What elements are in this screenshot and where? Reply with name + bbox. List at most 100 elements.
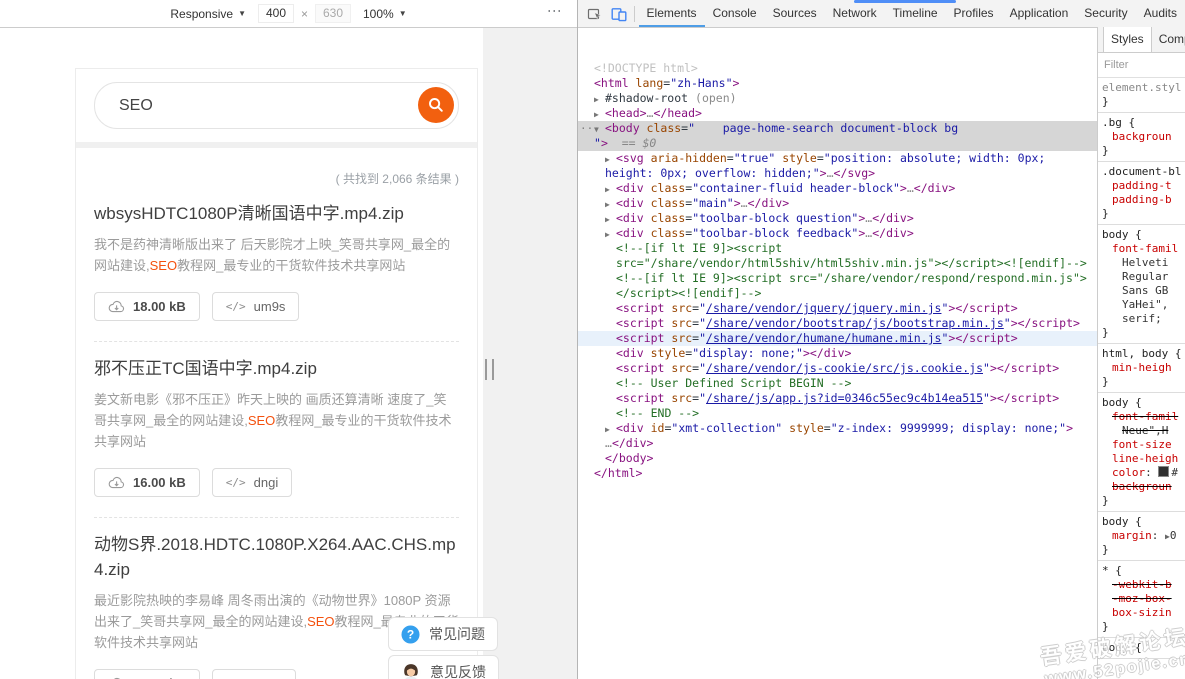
elements-tree-line[interactable]: </script><![endif]--> [578, 286, 1097, 301]
elements-tree-line[interactable]: ▶#shadow-root (open) [578, 91, 1097, 106]
expand-closed-icon[interactable]: ▶ [605, 152, 610, 167]
elements-tree-line[interactable]: ▶<svg aria-hidden="true" style="position… [578, 151, 1097, 166]
elements-tree-line[interactable]: height: 0px; overflow: hidden;">…</svg> [578, 166, 1097, 181]
download-size-button[interactable]: 18.00 kB [94, 292, 200, 321]
css-rule[interactable]: html, body {min-heigh} [1098, 344, 1185, 393]
search-button[interactable] [418, 87, 454, 123]
toolbar-separator [634, 6, 635, 22]
elements-tree-line[interactable]: ▶<div id="xmt-collection" style="z-index… [578, 421, 1097, 436]
elements-tree-line[interactable]: …</div> [578, 436, 1097, 451]
expand-closed-icon[interactable]: ▶ [605, 212, 610, 227]
device-toolbar-menu-icon[interactable]: ⋮ [550, 4, 559, 18]
devtools-tab-timeline[interactable]: Timeline [885, 0, 946, 25]
search-icon [427, 96, 445, 114]
tab-styles[interactable]: Styles [1103, 27, 1152, 52]
elements-tree-line[interactable]: <script src="/share/vendor/bootstrap/js/… [578, 316, 1097, 331]
elements-tree-line[interactable]: <script src="/share/js/app.js?id=0346c55… [578, 391, 1097, 406]
devtools-tab-elements[interactable]: Elements [639, 0, 705, 27]
devtools-tab-console[interactable]: Console [705, 0, 765, 25]
elements-tree-line[interactable]: ▶<div class="main">…</div> [578, 196, 1097, 211]
extract-code-button[interactable]: </> dngi [212, 468, 292, 497]
devtools-tab-sources[interactable]: Sources [765, 0, 825, 25]
device-emulation-toolbar: Responsive ▼ 400 × 630 100% ▼ ⋮ [0, 0, 577, 28]
result-title[interactable]: 动物S界.2018.HDTC.1080P.X264.AAC.CHS.mp4.zi… [94, 532, 459, 582]
devtools-tab-network[interactable]: Network [825, 0, 885, 25]
expand-closed-icon[interactable]: ▶ [605, 182, 610, 197]
elements-tree-line[interactable]: <div style="display: none;"></div> [578, 346, 1097, 361]
search-result-item: wbsysHDTC1080P清晰国语中字.mp4.zip 我不是药神清晰版出来了… [94, 201, 459, 342]
elements-tree-line[interactable]: <script src="/share/vendor/js-cookie/src… [578, 361, 1097, 376]
result-title[interactable]: wbsysHDTC1080P清晰国语中字.mp4.zip [94, 201, 459, 226]
css-rule[interactable]: element.styl} [1098, 78, 1185, 113]
elements-tree-line[interactable]: <!--[if lt IE 9]><script [578, 241, 1097, 256]
dashed-divider [94, 341, 459, 342]
zoom-level: 100% [363, 7, 394, 21]
elements-tree-line[interactable]: <!-- END --> [578, 406, 1097, 421]
section-divider [76, 142, 477, 148]
expand-closed-icon[interactable]: ▶ [605, 227, 610, 242]
elements-tree-line[interactable]: </body> [578, 451, 1097, 466]
viewport-height-input[interactable]: 630 [315, 4, 351, 23]
css-rule[interactable]: .bg {backgroun} [1098, 113, 1185, 162]
file-size: 18.00 kB [133, 299, 186, 314]
styles-filter-input[interactable]: Filter [1098, 53, 1185, 78]
tab-computed[interactable]: Compu [1152, 27, 1185, 52]
color-swatch[interactable] [1158, 466, 1169, 477]
elements-tree-line[interactable]: "> == $0 [578, 136, 1097, 151]
top-blue-strip [854, 0, 956, 3]
toggle-device-toolbar-icon[interactable] [607, 1, 631, 27]
download-size-button[interactable]: 16.00 kB [94, 468, 200, 497]
screenshot-root: Responsive ▼ 400 × 630 100% ▼ ⋮ [0, 0, 1185, 679]
viewport-resize-handle[interactable] [485, 359, 494, 380]
elements-tree-line[interactable]: <script src="/share/vendor/humane/humane… [578, 331, 1097, 346]
expand-closed-icon[interactable]: ▶ [605, 422, 610, 437]
expand-closed-icon[interactable]: ▶ [594, 107, 599, 122]
zoom-select[interactable]: 100% ▼ [363, 7, 407, 21]
viewport-width-input[interactable]: 400 [258, 4, 294, 23]
extract-code-button[interactable]: </> ypng [212, 669, 296, 679]
expand-closed-icon[interactable]: ▶ [605, 197, 610, 212]
elements-tree-line[interactable]: ···▼<body class=" page-home-search docum… [578, 121, 1097, 136]
faq-button[interactable]: ? 常见问题 [388, 617, 498, 651]
css-rule[interactable]: .document-blpadding-tpadding-b} [1098, 162, 1185, 225]
results-count: ( 共找到 2,066 条结果 ) [94, 170, 459, 187]
devtools-tab-profiles[interactable]: Profiles [946, 0, 1002, 25]
elements-tree-line[interactable]: <!-- User Defined Script BEGIN --> [578, 376, 1097, 391]
elements-tree-line[interactable]: ▶<div class="toolbar-block feedback">…</… [578, 226, 1097, 241]
elements-tree-line[interactable]: ▶<div class="container-fluid header-bloc… [578, 181, 1097, 196]
css-rule[interactable]: body {font-familHelvetiRegularSans GBYaH… [1098, 225, 1185, 344]
css-rule[interactable]: * {-webkit-b-moz-box-box-sizin} [1098, 561, 1185, 638]
inspect-element-icon[interactable] [583, 1, 607, 27]
elements-tree-line[interactable]: ▶<head>…</head> [578, 106, 1097, 121]
highlighted-keyword: SEO [248, 413, 275, 428]
elements-tree-line[interactable]: src="/share/vendor/html5shiv/html5shiv.m… [578, 256, 1097, 271]
emulated-viewport: ( 共找到 2,066 条结果 ) wbsysHDTC1080P清晰国语中字.m… [0, 28, 577, 679]
elements-tree-line[interactable]: <!DOCTYPE html> [578, 61, 1097, 76]
elements-tree-line[interactable]: <script src="/share/vendor/jquery/jquery… [578, 301, 1097, 316]
elements-tree-line[interactable]: <!--[if lt IE 9]><script src="/share/ven… [578, 271, 1097, 286]
elements-tree-line[interactable]: <html lang="zh-Hans"> [578, 76, 1097, 91]
expand-closed-icon[interactable]: ▶ [594, 92, 599, 107]
code-icon: </> [226, 300, 246, 313]
devtools-tab-audits[interactable]: Audits [1136, 0, 1185, 25]
device-mode-select[interactable]: Responsive ▼ [170, 7, 246, 21]
expand-open-icon[interactable]: ▼ [594, 122, 599, 137]
css-rule[interactable]: body {font-familNeue",Hfont-sizeline-hei… [1098, 393, 1185, 512]
chevron-down-icon: ▼ [238, 9, 246, 18]
search-input[interactable] [95, 83, 458, 128]
download-size-button[interactable]: 20.00 kB [94, 669, 200, 679]
devtools-tab-application[interactable]: Application [1002, 0, 1077, 25]
extract-code-button[interactable]: </> um9s [212, 292, 300, 321]
file-size: 16.00 kB [133, 475, 186, 490]
feedback-label: 意见反馈 [430, 662, 486, 679]
css-rule[interactable]: body { [1098, 638, 1185, 659]
chevron-down-icon: ▼ [399, 9, 407, 18]
feedback-button[interactable]: 意见反馈 [388, 655, 499, 679]
result-title[interactable]: 邪不压正TC国语中字.mp4.zip [94, 356, 459, 381]
elements-tree-line[interactable]: ▶<div class="toolbar-block question">…</… [578, 211, 1097, 226]
elements-tree-line[interactable]: </html> [578, 466, 1097, 481]
result-description: 姜文新电影《邪不压正》昨天上映的 画质还算清晰 速度了_笑哥共享网_最全的网站建… [94, 389, 459, 452]
devtools-tab-security[interactable]: Security [1076, 0, 1135, 25]
css-rule[interactable]: body {margin: ▶0} [1098, 512, 1185, 561]
svg-text:?: ? [407, 627, 414, 641]
